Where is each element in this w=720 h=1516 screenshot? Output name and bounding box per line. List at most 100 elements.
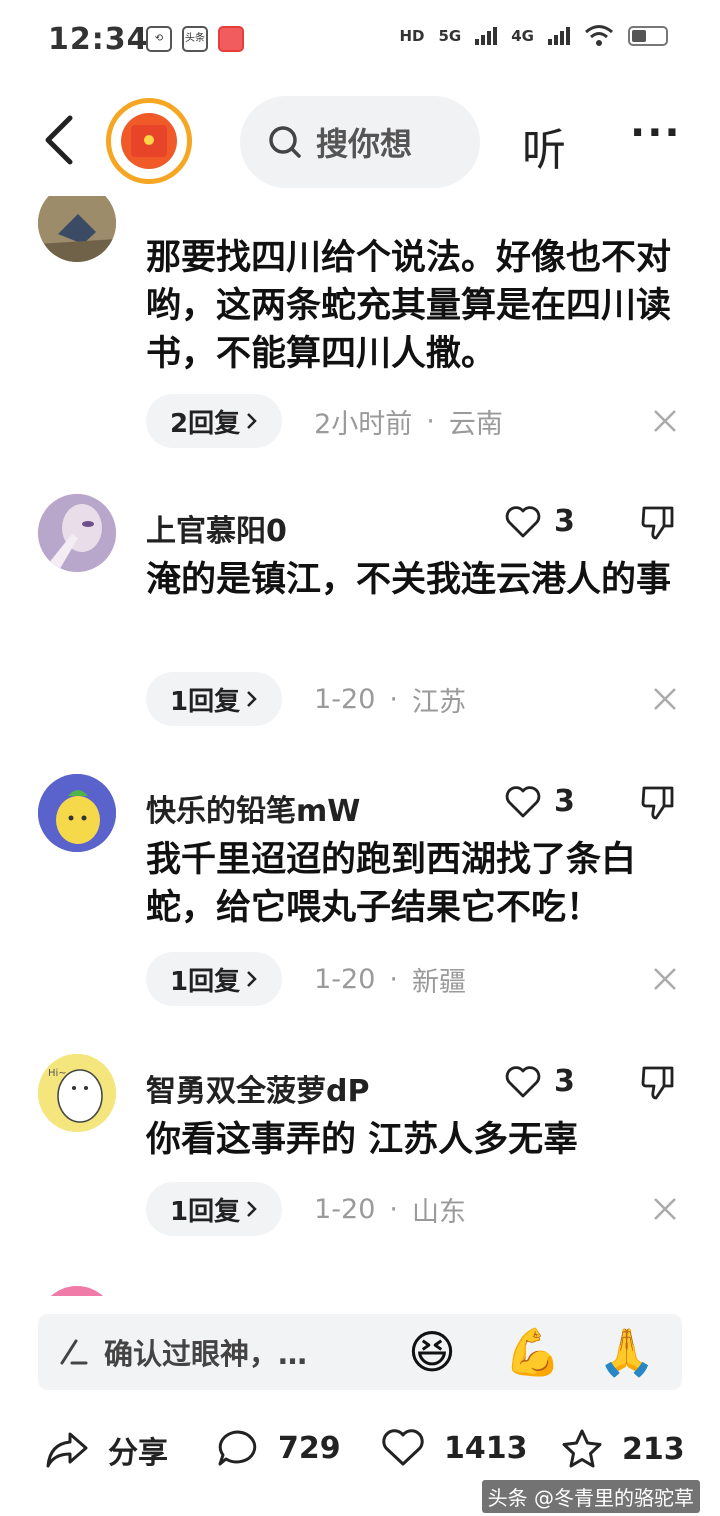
meta-separator: · — [389, 1193, 398, 1225]
comment-text: 你看这事弄的 江苏人多无辜 — [146, 1120, 579, 1160]
search-input[interactable]: 搜你想 — [240, 96, 480, 188]
avatar[interactable] — [38, 1286, 116, 1296]
close-icon — [654, 1198, 676, 1220]
comment-item: 上官慕阳0 3 淹的是镇江，不关我连云港人的事 1回复 1-20 · 江苏 — [0, 494, 720, 754]
signal-5g-icon — [475, 27, 498, 45]
comment-username[interactable]: 快乐的铅笔mW — [146, 786, 360, 830]
heart-icon — [505, 1065, 541, 1097]
avatar[interactable]: Hi~ — [38, 1054, 116, 1132]
like-button[interactable]: 3 — [504, 784, 575, 819]
comment-text: 我千里迢迢的跑到西湖找了条白蛇，给它喂丸子结果它不吃！ — [146, 840, 637, 928]
chevron-right-icon — [247, 413, 257, 429]
like-button[interactable]: 3 — [504, 1064, 575, 1099]
status-bar: 12:34 ⟲ 头条 HD 5G 4G — [0, 0, 720, 80]
listen-button[interactable]: 听 — [522, 114, 566, 178]
comment-feed[interactable]: 那要找四川给个说法。好像也不对哟，这两条蛇充其量算是在四川读书，不能算四川人撒。… — [0, 196, 720, 1296]
dismiss-button[interactable] — [650, 1194, 680, 1228]
comment-meta: 2回复 2小时前 · 云南 — [146, 394, 503, 448]
thumbs-down-icon — [641, 1066, 674, 1100]
comment-meta: 1回复 1-20 · 江苏 — [146, 672, 466, 726]
network-4g-label: 4G — [511, 27, 534, 45]
avatar[interactable] — [38, 494, 116, 572]
dislike-button[interactable] — [640, 1064, 676, 1106]
wifi-icon — [585, 25, 613, 46]
article-like-count: 1413 — [444, 1430, 528, 1466]
folded-hands-emoji-button[interactable]: 🙏 — [598, 1322, 655, 1382]
chevron-right-icon — [247, 1201, 257, 1217]
comment-username[interactable]: 上官慕阳0 — [146, 506, 287, 550]
comment-text: 淹的是镇江，不关我连云港人的事 — [146, 560, 672, 600]
search-icon — [269, 126, 301, 158]
status-time: 12:34 — [48, 22, 149, 57]
bottom-action-bar: 分享 729 1413 213 头条 @冬青里的骆驼草 — [0, 1420, 720, 1513]
comment-meta: 1回复 1-20 · 山东 — [146, 1182, 466, 1236]
comment-location: 云南 — [448, 408, 503, 440]
laughing-emoji-button[interactable]: 😆 — [408, 1322, 456, 1382]
meta-separator: · — [426, 405, 435, 437]
chevron-left-icon — [45, 115, 73, 165]
status-indicators: HD 5G 4G — [399, 24, 668, 48]
signal-4g-icon — [548, 27, 570, 45]
close-icon — [654, 688, 676, 710]
more-button[interactable]: ··· — [630, 110, 682, 156]
thumbs-down-icon — [641, 506, 674, 540]
avatar[interactable] — [38, 196, 116, 262]
network-5g-label: 5G — [438, 27, 462, 45]
flexed-biceps-emoji-button[interactable]: 💪 — [504, 1322, 561, 1382]
back-button[interactable] — [38, 112, 84, 168]
comment-location: 山东 — [411, 1196, 466, 1228]
comment-item: 快乐的铅笔mW 3 我千里迢迢的跑到西湖找了条白蛇，给它喂丸子结果它不吃！ 1回… — [0, 774, 720, 1034]
game-app-icon — [218, 26, 244, 52]
hd-indicator: HD — [399, 27, 425, 45]
comment-item: 那要找四川给个说法。好像也不对哟，这两条蛇充其量算是在四川读书，不能算四川人撒。… — [0, 196, 720, 476]
comment-meta: 1回复 1-20 · 新疆 — [146, 952, 466, 1006]
share-button[interactable]: 分享 — [44, 1428, 168, 1472]
reply-button[interactable]: 2回复 — [146, 394, 283, 448]
red-packet-icon — [121, 113, 177, 169]
like-count: 3 — [554, 1064, 575, 1099]
comment-bubble-icon — [218, 1430, 257, 1466]
reply-label: 1回复 — [170, 1196, 241, 1227]
comment-input-placeholder: 确认过眼神，… — [104, 1337, 308, 1371]
comment-username[interactable]: 智勇双全菠萝dP — [146, 1066, 369, 1110]
like-article-button[interactable]: 1413 — [380, 1428, 528, 1468]
dislike-button[interactable] — [640, 504, 676, 546]
top-bar: 搜你想 听 ··· — [0, 90, 720, 190]
favorite-count: 213 — [622, 1431, 685, 1467]
toutiao-app-icon: 头条 — [182, 26, 208, 52]
dismiss-button[interactable] — [650, 684, 680, 718]
dismiss-button[interactable] — [650, 964, 680, 998]
like-count: 3 — [554, 504, 575, 539]
comment-location: 江苏 — [411, 686, 466, 718]
share-label: 分享 — [108, 1436, 168, 1471]
dislike-button[interactable] — [640, 784, 676, 826]
favorite-button[interactable]: 213 — [560, 1428, 685, 1470]
comment-count-button[interactable]: 729 — [216, 1428, 341, 1468]
comment-item: Hi~ 智勇双全菠萝dP 3 你看这事弄的 江苏人多无辜 1回复 1-20 · … — [0, 1054, 720, 1274]
like-button[interactable]: 3 — [504, 504, 575, 539]
rotate-app-icon: ⟲ — [146, 26, 172, 52]
close-icon — [654, 968, 676, 990]
status-app-icons: ⟲ 头条 — [146, 26, 244, 52]
chevron-right-icon — [247, 691, 257, 707]
dismiss-button[interactable] — [650, 406, 680, 440]
avatar[interactable] — [38, 774, 116, 852]
reply-button[interactable]: 1回复 — [146, 952, 283, 1006]
thumbs-down-icon — [641, 786, 674, 820]
reply-label: 2回复 — [170, 408, 241, 439]
reply-label: 1回复 — [170, 686, 241, 717]
reply-button[interactable]: 1回复 — [146, 1182, 283, 1236]
comment-time: 1-20 — [314, 683, 376, 715]
comment-count: 729 — [278, 1430, 341, 1466]
comment-time: 1-20 — [314, 1193, 376, 1225]
comment-time: 2小时前 — [314, 408, 413, 440]
red-packet-button[interactable] — [106, 98, 192, 184]
reply-button[interactable]: 1回复 — [146, 672, 283, 726]
comment-input[interactable]: 确认过眼神，… 😆 💪 🙏 — [38, 1314, 682, 1390]
share-icon — [46, 1432, 88, 1468]
battery-icon — [628, 26, 668, 46]
pencil-icon — [60, 1339, 88, 1365]
close-icon — [654, 410, 676, 432]
heart-icon — [382, 1429, 424, 1466]
watermark: 头条 @冬青里的骆驼草 — [481, 1480, 700, 1513]
